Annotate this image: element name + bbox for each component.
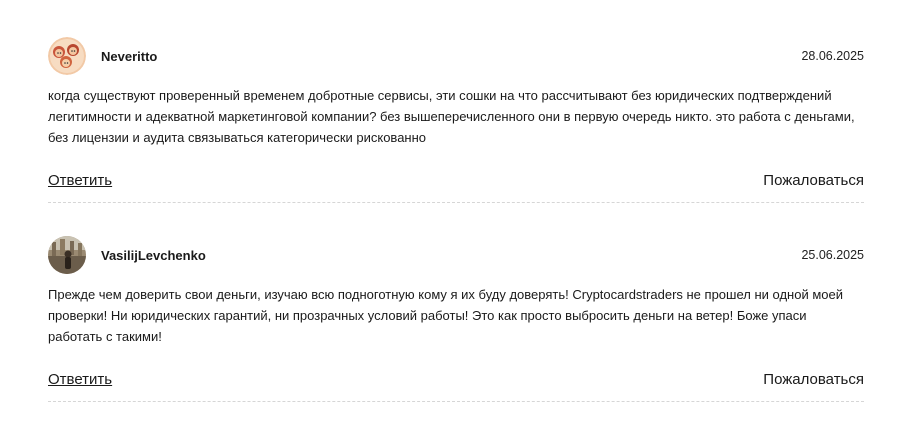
comment-text: когда существуют проверенный временем до… (48, 88, 855, 145)
comment-date: 25.06.2025 (801, 248, 864, 262)
report-link[interactable]: Пожаловаться (763, 371, 864, 388)
comment-item: VasilijLevchenko 25.06.2025 Прежде чем д… (48, 236, 864, 402)
reply-link[interactable]: Ответить (48, 371, 112, 388)
comment-header: Neveritto 28.06.2025 (48, 37, 864, 75)
comment-text: Прежде чем доверить свои деньги, изучаю … (48, 287, 843, 344)
comment-item: Neveritto 28.06.2025 когда существуют пр… (48, 37, 864, 203)
comment-actions: Ответить Пожаловаться (48, 167, 864, 193)
avatar-cartoon-icon (48, 37, 86, 75)
comment-author: VasilijLevchenko (101, 247, 206, 263)
comment-header: VasilijLevchenko 25.06.2025 (48, 236, 864, 274)
comment-author: Neveritto (101, 48, 158, 64)
report-link[interactable]: Пожаловаться (763, 172, 864, 189)
comment-actions: Ответить Пожаловаться (48, 366, 864, 392)
avatar-photo-icon (48, 236, 86, 274)
comments-list: Neveritto 28.06.2025 когда существуют пр… (48, 37, 864, 402)
comment-date: 28.06.2025 (801, 49, 864, 63)
reply-link[interactable]: Ответить (48, 172, 112, 189)
